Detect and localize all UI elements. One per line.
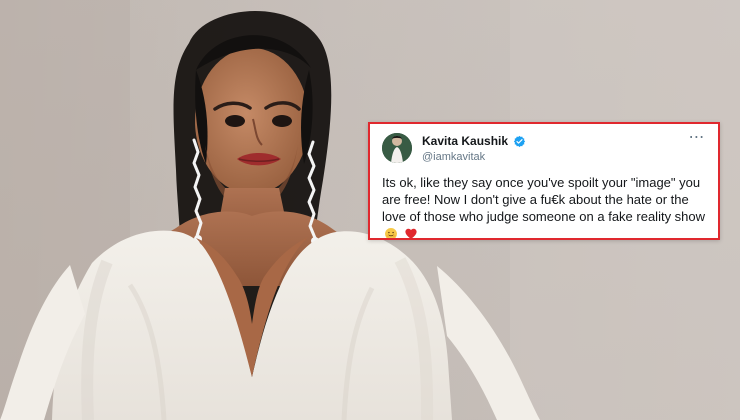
more-options-icon[interactable]: ⋯	[688, 130, 706, 146]
verified-badge-icon	[513, 135, 526, 148]
tweet-author: Kavita Kaushik @iamkavitak	[422, 134, 682, 163]
profile-avatar[interactable]	[382, 133, 412, 163]
hugging-face-emoji-icon	[385, 228, 397, 238]
screenshot-scene: Kavita Kaushik @iamkavitak ⋯ Its ok, lik…	[0, 0, 740, 420]
embedded-tweet-card[interactable]: Kavita Kaushik @iamkavitak ⋯ Its ok, lik…	[368, 122, 720, 240]
tweet-body: Its ok, like they say once you've spoilt…	[382, 174, 706, 238]
tweet-text: Its ok, like they say once you've spoilt…	[382, 175, 706, 224]
display-name-row: Kavita Kaushik	[422, 134, 682, 149]
username-handle[interactable]: @iamkavitak	[422, 151, 682, 163]
tweet-header: Kavita Kaushik @iamkavitak ⋯	[382, 130, 706, 167]
display-name[interactable]: Kavita Kaushik	[422, 134, 508, 149]
red-heart-emoji-icon	[405, 228, 417, 238]
